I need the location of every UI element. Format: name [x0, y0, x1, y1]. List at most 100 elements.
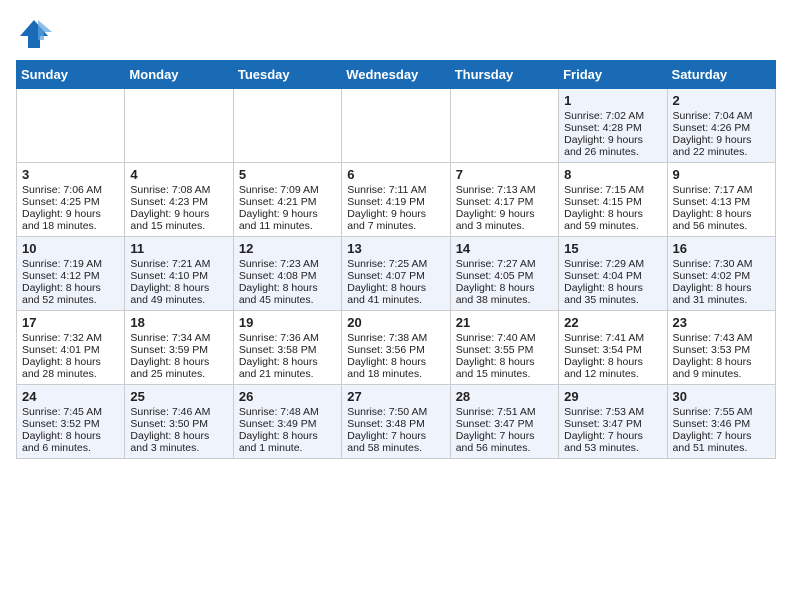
day-info: Daylight: 8 hours and 31 minutes.: [673, 282, 770, 306]
day-info: Sunrise: 7:29 AM: [564, 258, 661, 270]
calendar-cell: 23Sunrise: 7:43 AMSunset: 3:53 PMDayligh…: [667, 311, 775, 385]
calendar-cell: 24Sunrise: 7:45 AMSunset: 3:52 PMDayligh…: [17, 385, 125, 459]
day-info: Daylight: 8 hours and 35 minutes.: [564, 282, 661, 306]
day-info: Sunset: 3:56 PM: [347, 344, 444, 356]
day-info: Sunrise: 7:43 AM: [673, 332, 770, 344]
calendar-cell: 28Sunrise: 7:51 AMSunset: 3:47 PMDayligh…: [450, 385, 558, 459]
day-info: Sunrise: 7:17 AM: [673, 184, 770, 196]
day-info: Sunrise: 7:48 AM: [239, 406, 336, 418]
day-info: Sunrise: 7:40 AM: [456, 332, 553, 344]
calendar-cell: 4Sunrise: 7:08 AMSunset: 4:23 PMDaylight…: [125, 163, 233, 237]
day-info: Daylight: 8 hours and 12 minutes.: [564, 356, 661, 380]
calendar-cell: 21Sunrise: 7:40 AMSunset: 3:55 PMDayligh…: [450, 311, 558, 385]
day-info: Sunset: 4:23 PM: [130, 196, 227, 208]
day-info: Sunset: 4:26 PM: [673, 122, 770, 134]
day-info: Daylight: 8 hours and 9 minutes.: [673, 356, 770, 380]
column-header-monday: Monday: [125, 61, 233, 89]
day-info: Sunrise: 7:04 AM: [673, 110, 770, 122]
page-header: [16, 16, 776, 52]
calendar-cell: 1 Sunrise: 7:02 AMSunset: 4:28 PMDaylight…: [559, 89, 667, 163]
day-info: Daylight: 8 hours and 15 minutes.: [456, 356, 553, 380]
day-info: Sunrise: 7:46 AM: [130, 406, 227, 418]
day-info: Sunrise: 7:38 AM: [347, 332, 444, 344]
day-info: Sunset: 4:02 PM: [673, 270, 770, 282]
calendar-cell: 22Sunrise: 7:41 AMSunset: 3:54 PMDayligh…: [559, 311, 667, 385]
column-header-sunday: Sunday: [17, 61, 125, 89]
day-info: Daylight: 8 hours and 45 minutes.: [239, 282, 336, 306]
calendar-cell: 17Sunrise: 7:32 AMSunset: 4:01 PMDayligh…: [17, 311, 125, 385]
day-number: 20: [347, 315, 444, 330]
calendar-cell: 27Sunrise: 7:50 AMSunset: 3:48 PMDayligh…: [342, 385, 450, 459]
day-number: 12: [239, 241, 336, 256]
day-number: 7: [456, 167, 553, 182]
day-info: Daylight: 9 hours and 18 minutes.: [22, 208, 119, 232]
day-info: Sunrise: 7:30 AM: [673, 258, 770, 270]
day-info: Sunset: 3:48 PM: [347, 418, 444, 430]
day-info: Sunset: 3:50 PM: [130, 418, 227, 430]
day-info: Sunrise: 7:53 AM: [564, 406, 661, 418]
day-info: Sunrise: 7:34 AM: [130, 332, 227, 344]
day-number: 3: [22, 167, 119, 182]
day-info: Sunrise: 7:02 AM: [564, 110, 661, 122]
day-info: Sunset: 3:47 PM: [456, 418, 553, 430]
day-number: 24: [22, 389, 119, 404]
day-info: Sunset: 4:21 PM: [239, 196, 336, 208]
calendar-cell: 3Sunrise: 7:06 AMSunset: 4:25 PMDaylight…: [17, 163, 125, 237]
day-number: 4: [130, 167, 227, 182]
day-number: 26: [239, 389, 336, 404]
day-info: Sunrise: 7:08 AM: [130, 184, 227, 196]
logo: [16, 16, 56, 52]
day-info: Sunset: 4:10 PM: [130, 270, 227, 282]
day-info: Sunset: 4:01 PM: [22, 344, 119, 356]
day-info: Sunrise: 7:25 AM: [347, 258, 444, 270]
day-info: Daylight: 8 hours and 41 minutes.: [347, 282, 444, 306]
day-info: Daylight: 9 hours and 11 minutes.: [239, 208, 336, 232]
column-header-friday: Friday: [559, 61, 667, 89]
day-info: Sunrise: 7:51 AM: [456, 406, 553, 418]
day-info: Daylight: 9 hours and 26 minutes.: [564, 134, 661, 158]
day-info: Daylight: 7 hours and 56 minutes.: [456, 430, 553, 454]
day-info: Sunrise: 7:15 AM: [564, 184, 661, 196]
calendar-week-row: 17Sunrise: 7:32 AMSunset: 4:01 PMDayligh…: [17, 311, 776, 385]
day-number: 13: [347, 241, 444, 256]
day-info: Sunrise: 7:13 AM: [456, 184, 553, 196]
day-number: 8: [564, 167, 661, 182]
calendar-cell: 12Sunrise: 7:23 AMSunset: 4:08 PMDayligh…: [233, 237, 341, 311]
calendar-cell: 9Sunrise: 7:17 AMSunset: 4:13 PMDaylight…: [667, 163, 775, 237]
day-info: Daylight: 8 hours and 6 minutes.: [22, 430, 119, 454]
day-info: Daylight: 9 hours and 7 minutes.: [347, 208, 444, 232]
calendar-cell: 26Sunrise: 7:48 AMSunset: 3:49 PMDayligh…: [233, 385, 341, 459]
day-number: 2: [673, 93, 770, 108]
calendar-cell: 10Sunrise: 7:19 AMSunset: 4:12 PMDayligh…: [17, 237, 125, 311]
day-info: Sunset: 3:58 PM: [239, 344, 336, 356]
day-number: 11: [130, 241, 227, 256]
calendar-cell: 25Sunrise: 7:46 AMSunset: 3:50 PMDayligh…: [125, 385, 233, 459]
day-info: Sunset: 3:55 PM: [456, 344, 553, 356]
day-info: Sunrise: 7:45 AM: [22, 406, 119, 418]
calendar-cell: 19Sunrise: 7:36 AMSunset: 3:58 PMDayligh…: [233, 311, 341, 385]
calendar-table: SundayMondayTuesdayWednesdayThursdayFrid…: [16, 60, 776, 459]
column-header-saturday: Saturday: [667, 61, 775, 89]
day-info: Daylight: 7 hours and 53 minutes.: [564, 430, 661, 454]
day-info: Sunrise: 7:09 AM: [239, 184, 336, 196]
day-info: Sunset: 4:12 PM: [22, 270, 119, 282]
day-number: 17: [22, 315, 119, 330]
calendar-week-row: 24Sunrise: 7:45 AMSunset: 3:52 PMDayligh…: [17, 385, 776, 459]
day-info: Sunset: 4:28 PM: [564, 122, 661, 134]
calendar-cell: [450, 89, 558, 163]
day-info: Daylight: 8 hours and 38 minutes.: [456, 282, 553, 306]
day-number: 30: [673, 389, 770, 404]
calendar-cell: 15Sunrise: 7:29 AMSunset: 4:04 PMDayligh…: [559, 237, 667, 311]
day-info: Daylight: 8 hours and 52 minutes.: [22, 282, 119, 306]
day-number: 27: [347, 389, 444, 404]
day-number: 10: [22, 241, 119, 256]
day-info: Daylight: 7 hours and 58 minutes.: [347, 430, 444, 454]
day-info: Sunrise: 7:27 AM: [456, 258, 553, 270]
day-number: 1: [564, 93, 661, 108]
day-info: Daylight: 8 hours and 28 minutes.: [22, 356, 119, 380]
day-info: Sunrise: 7:21 AM: [130, 258, 227, 270]
day-info: Sunset: 4:25 PM: [22, 196, 119, 208]
day-info: Sunset: 4:08 PM: [239, 270, 336, 282]
day-info: Daylight: 9 hours and 22 minutes.: [673, 134, 770, 158]
calendar-cell: [342, 89, 450, 163]
